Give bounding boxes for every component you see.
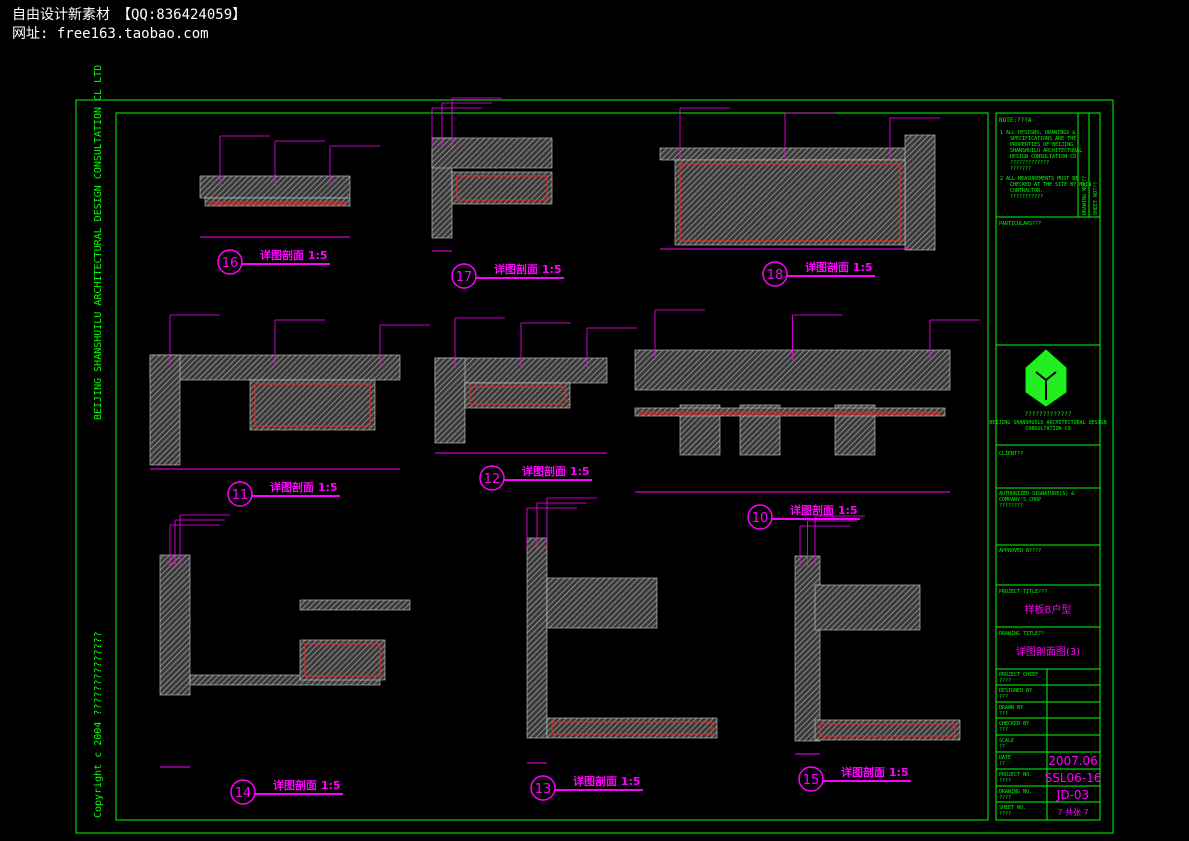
row-sub: ???? xyxy=(999,678,1011,684)
note-title: NOTE:???A xyxy=(999,117,1032,124)
detail-number: 17 xyxy=(456,270,473,285)
section-hatch xyxy=(299,639,386,681)
section-hatch xyxy=(794,555,821,742)
section-hatch xyxy=(159,554,191,696)
drawing-no-vertical: DRAWING NO??? xyxy=(1082,176,1088,215)
section-hatch xyxy=(249,379,376,431)
row-sub: ???? xyxy=(999,795,1011,801)
detail-title: 详图剖面 1:5 xyxy=(270,480,338,494)
row-sub: ???? xyxy=(999,811,1011,817)
detail-title: 详图剖面 1:5 xyxy=(573,774,641,788)
row-sub: ??? xyxy=(999,694,1008,700)
detail-title: 详图剖面 1:5 xyxy=(790,503,858,517)
note-line: ??????? xyxy=(1010,166,1031,172)
detail-number: 16 xyxy=(222,256,239,271)
detail-title: 详图剖面 1:5 xyxy=(841,765,909,779)
client-label: CLIENT?? xyxy=(999,451,1023,457)
row-sub: ??? xyxy=(999,727,1008,733)
section-hatch xyxy=(546,717,718,739)
approved-label: APPROVED BY??? xyxy=(999,548,1041,554)
detail-14: 14 详图剖面 1:5 xyxy=(159,514,411,805)
row-value: SSL06-16 xyxy=(1045,771,1102,785)
detail-number: 10 xyxy=(752,511,769,526)
detail-title: 详图剖面 1:5 xyxy=(273,778,341,792)
detail-number: 15 xyxy=(803,773,820,788)
title-block: NOTE:???A1 ALL DESIGNS, DRAWINGS &SPECIF… xyxy=(989,112,1107,821)
detail-title: 详图剖面 1:5 xyxy=(805,260,873,274)
company-vertical-text: BEIJING SHANSHUILU ARCHITECTURAL DESIGN … xyxy=(93,65,104,420)
copyright-text: Copyright c 2004 ?????????????? xyxy=(93,631,104,818)
logo-chinese: ????????????? xyxy=(1025,411,1072,418)
detail-17: 17 详图剖面 1:5 xyxy=(431,97,564,289)
detail-number: 18 xyxy=(767,268,784,283)
row-value: JD-03 xyxy=(1056,788,1089,802)
detail-12: 12 详图剖面 1:5 xyxy=(434,317,637,491)
detail-title: 详图剖面 1:5 xyxy=(522,464,590,478)
row-value: 2007.06 xyxy=(1048,754,1098,768)
detail-16: 16 详图剖面 1:5 xyxy=(199,135,380,275)
section-hatch xyxy=(546,577,658,629)
section-hatch xyxy=(431,137,553,169)
section-hatch xyxy=(674,159,906,246)
sheet-no-vertical: SHEET NO??? xyxy=(1093,182,1099,215)
project-title: 样板B户型 xyxy=(1025,603,1072,616)
detail-15: 15 详图剖面 1:5 xyxy=(794,515,961,792)
section-hatch xyxy=(814,584,921,631)
note-line: ??????????? xyxy=(1010,194,1043,200)
row-sub: ??? xyxy=(999,711,1008,717)
detail-11: 11 详图剖面 1:5 xyxy=(149,314,430,507)
drawing-title: 详图剖面图(3) xyxy=(1016,645,1080,658)
detail-title: 详图剖面 1:5 xyxy=(260,248,328,262)
section-hatch xyxy=(526,537,548,739)
detail-number: 14 xyxy=(235,786,252,801)
drawing-title-label: DRAWING TITLE?? xyxy=(999,631,1044,637)
section-hatch xyxy=(451,171,553,205)
section-hatch xyxy=(814,719,961,741)
detail-13: 13 详图剖面 1:5 xyxy=(526,497,718,801)
detail-18: 18 详图剖面 1:5 xyxy=(659,107,940,287)
company-logo xyxy=(1025,349,1067,407)
particulars-label: PARTICULARS??? xyxy=(999,221,1041,227)
section-hatch xyxy=(904,134,936,251)
authorized-label: ???????? xyxy=(999,503,1023,509)
row-sub: ???? xyxy=(999,778,1011,784)
detail-number: 12 xyxy=(484,472,501,487)
detail-title: 详图剖面 1:5 xyxy=(494,262,562,276)
cad-drawing: BEIJING SHANSHUILU ARCHITECTURAL DESIGN … xyxy=(75,65,1114,834)
row-sub: ?? xyxy=(999,744,1005,750)
row-sub: ?? xyxy=(999,761,1005,767)
section-hatch xyxy=(149,354,181,466)
section-hatch xyxy=(299,599,411,611)
row-value: 7 共张 7 xyxy=(1057,808,1088,817)
detail-10: 10 详图剖面 1:5 xyxy=(634,309,980,530)
detail-number: 11 xyxy=(232,488,249,503)
section-hatch xyxy=(434,357,466,444)
detail-number: 13 xyxy=(535,782,552,797)
project-title-label: PROJECT TITLE??? xyxy=(999,589,1047,595)
logo-english: CONSULTATION CO xyxy=(1025,426,1070,432)
